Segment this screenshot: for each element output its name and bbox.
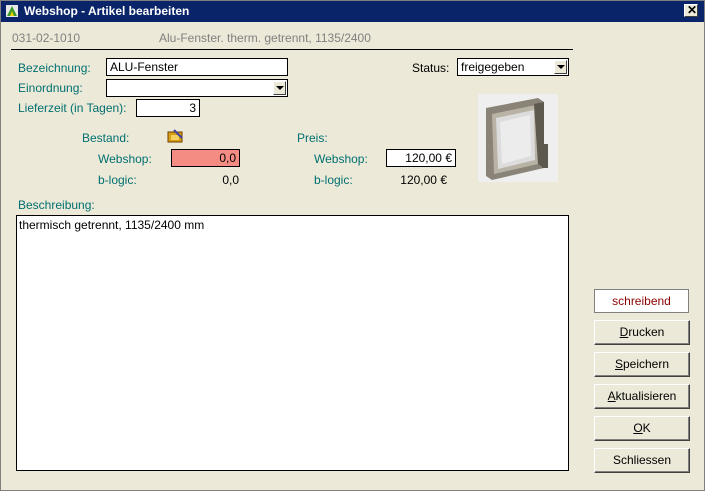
speichern-button[interactable]: Speichern: [594, 352, 690, 377]
bezeichnung-label: Bezeichnung:: [18, 61, 91, 75]
preis-webshop-input[interactable]: 120,00 €: [386, 149, 456, 167]
drucken-button[interactable]: Drucken: [594, 320, 690, 345]
bestand-blogic-value: 0,0: [222, 173, 239, 187]
preis-blogic-value: 120,00 €: [400, 173, 447, 187]
header-divider: [11, 49, 573, 50]
bestand-blogic-label: b-logic:: [98, 173, 137, 187]
preis-blogic-label: b-logic:: [314, 173, 353, 187]
webshop-icon: [6, 5, 18, 17]
chevron-down-icon[interactable]: [273, 81, 286, 95]
window-title: Webshop - Artikel bearbeiten: [24, 4, 190, 18]
lieferzeit-input[interactable]: 3: [136, 99, 200, 117]
product-image: [478, 94, 558, 182]
bestand-webshop-input[interactable]: 0,0: [171, 149, 240, 167]
article-edit-window: Webshop - Artikel bearbeiten ✕ 031-02-10…: [0, 0, 705, 491]
bezeichnung-input[interactable]: ALU-Fenster: [106, 58, 288, 76]
einordnung-select[interactable]: [106, 79, 288, 97]
ok-button[interactable]: OK: [594, 416, 690, 441]
status-select[interactable]: freigegeben: [457, 58, 569, 76]
close-button[interactable]: ✕: [684, 3, 698, 17]
lieferzeit-label: Lieferzeit (in Tagen):: [18, 101, 127, 115]
aktualisieren-button[interactable]: Aktualisieren: [594, 384, 690, 409]
status-label: Status:: [412, 61, 450, 75]
bestand-heading: Bestand:: [82, 131, 130, 145]
beschreibung-textarea[interactable]: thermisch getrennt, 1135/2400 mm: [16, 215, 569, 471]
preis-heading: Preis:: [297, 131, 328, 145]
close-icon: ✕: [687, 3, 698, 17]
title-bar[interactable]: Webshop - Artikel bearbeiten ✕: [1, 1, 704, 22]
status-indicator: schreibend: [594, 289, 689, 313]
bestand-webshop-label: Webshop:: [98, 152, 152, 166]
status-value: freigegeben: [461, 60, 525, 74]
stock-edit-icon[interactable]: [166, 128, 186, 144]
chevron-down-icon[interactable]: [554, 60, 567, 74]
article-description: Alu-Fenster. therm. getrennt, 1135/2400: [159, 31, 371, 45]
article-number: 031-02-1010: [12, 31, 81, 45]
beschreibung-label: Beschreibung:: [18, 198, 95, 212]
einordnung-label: Einordnung:: [18, 81, 83, 95]
schliessen-button[interactable]: Schliessen: [594, 448, 690, 473]
preis-webshop-label: Webshop:: [314, 152, 368, 166]
